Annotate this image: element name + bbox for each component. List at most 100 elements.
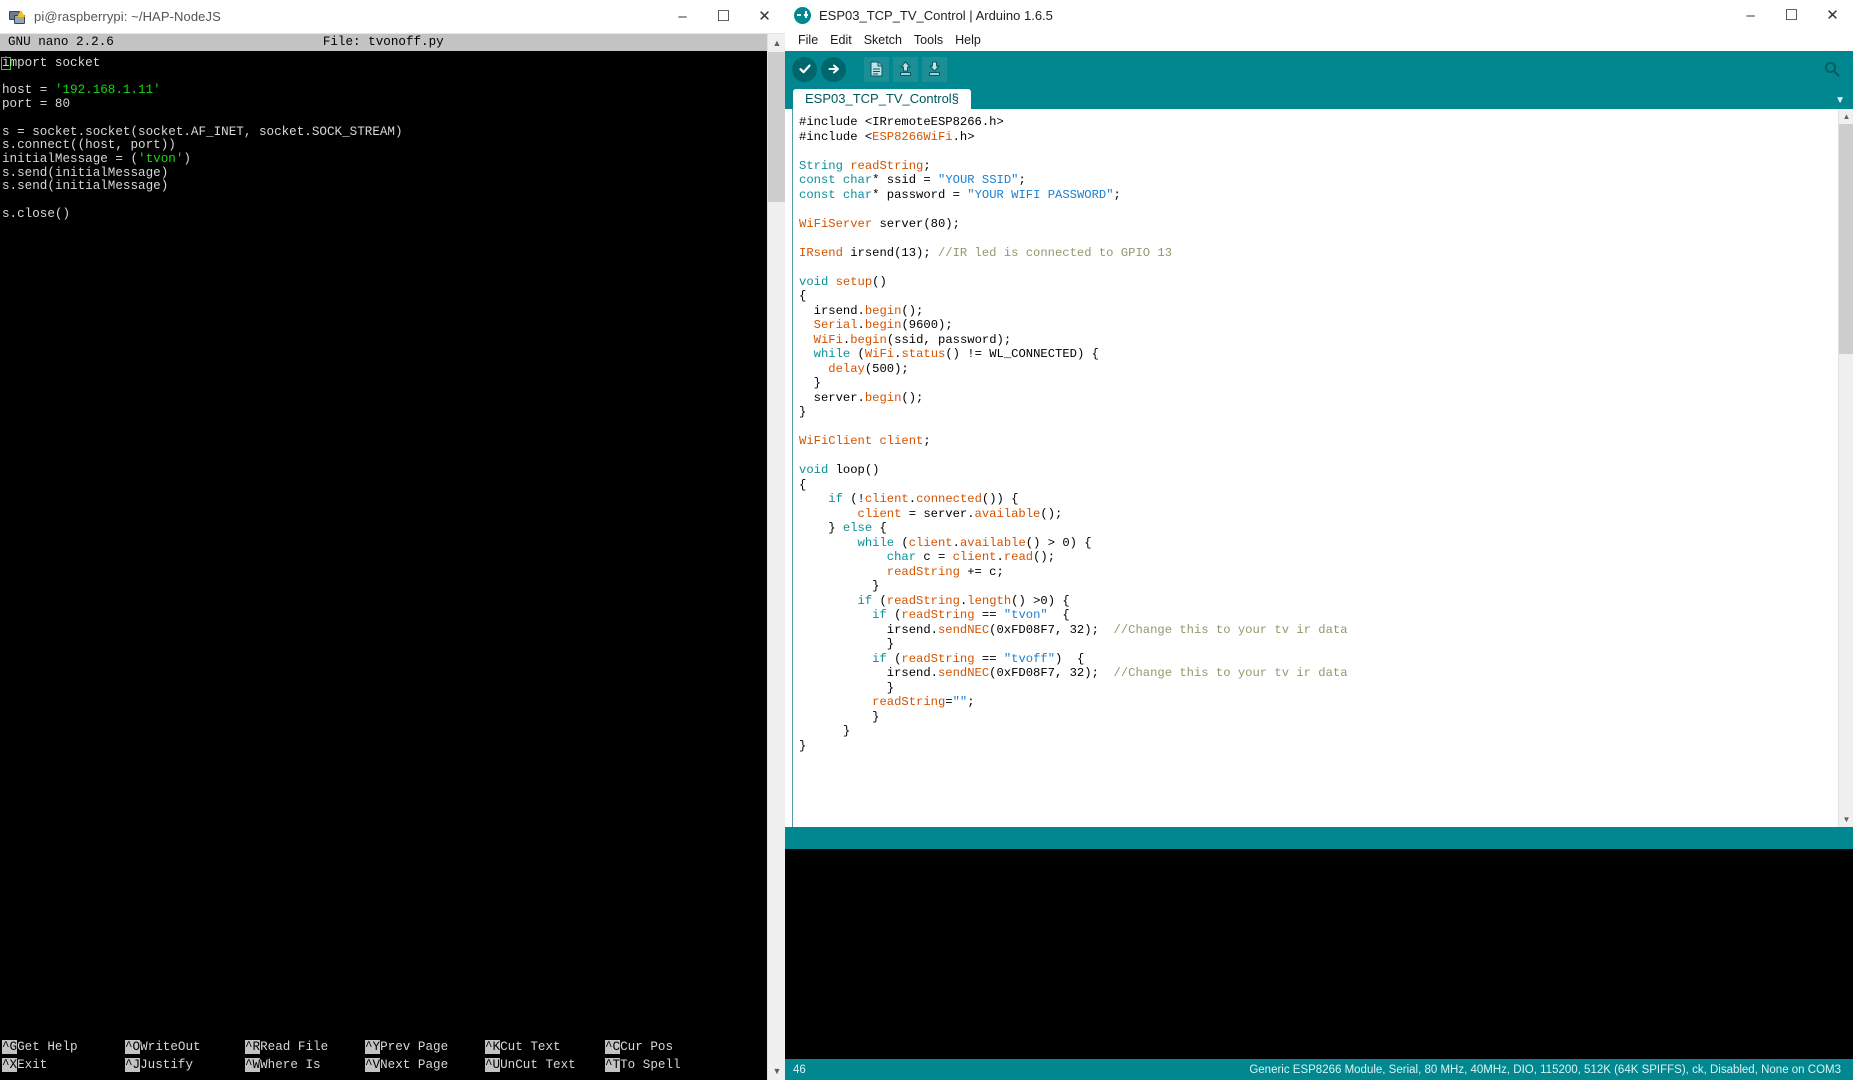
- code-token: .: [996, 550, 1004, 564]
- menu-help[interactable]: Help: [949, 31, 987, 49]
- scrollbar-thumb[interactable]: [768, 52, 786, 202]
- board-config-label: Generic ESP8266 Module, Serial, 80 MHz, …: [1249, 1063, 1841, 1076]
- shortcut-label[interactable]: Read File: [260, 1040, 328, 1054]
- serial-monitor-icon[interactable]: [1821, 58, 1843, 80]
- code-line: {: [799, 289, 1838, 304]
- code-token: irsend(13);: [842, 245, 938, 260]
- nano-filename-label: File: tvonoff.py: [322, 34, 444, 49]
- code-token: (: [886, 651, 902, 666]
- code-line: }: [799, 739, 1838, 754]
- shortcut-label[interactable]: Next Page: [380, 1058, 448, 1072]
- shortcut-label[interactable]: To Spell: [620, 1058, 680, 1072]
- code-line: WiFiServer server(80);: [799, 217, 1838, 232]
- scroll-up-arrow-icon[interactable]: ▲: [768, 34, 786, 52]
- menu-sketch[interactable]: Sketch: [858, 31, 908, 49]
- upload-arrow-icon[interactable]: [821, 56, 846, 82]
- code-line: }: [799, 637, 1838, 652]
- code-token: ();: [901, 390, 924, 405]
- code-token: loop(): [828, 463, 880, 477]
- code-line: if (readString == "tvoff") {: [799, 652, 1838, 667]
- open-sketch-icon[interactable]: [893, 56, 918, 82]
- shortcut-key: ^X: [2, 1058, 18, 1072]
- shortcut-row: ^RRead File: [245, 1038, 365, 1056]
- menu-tools[interactable]: Tools: [908, 31, 949, 49]
- code-token: "YOUR SSID": [938, 173, 1019, 187]
- code-token: () >0) {: [1011, 593, 1070, 608]
- code-token: #include <: [799, 129, 873, 144]
- shortcut-key: ^R: [245, 1040, 261, 1054]
- scroll-up-arrow-icon[interactable]: ▲: [1839, 109, 1853, 124]
- code-socket-line: s = socket.socket(socket.AF_INET, socket…: [2, 124, 403, 139]
- menu-file[interactable]: File: [792, 31, 824, 49]
- code-token: (500);: [864, 361, 909, 376]
- code-token: "tvon": [1003, 608, 1048, 622]
- code-token: while: [813, 347, 851, 361]
- code-token: }: [799, 405, 807, 419]
- chevron-down-icon[interactable]: ▼: [1835, 95, 1845, 106]
- code-line: }: [799, 710, 1838, 725]
- code-token: {: [872, 521, 887, 535]
- code-line: server.begin();: [799, 391, 1838, 406]
- putty-vertical-scrollbar[interactable]: ▲ ▼: [767, 34, 786, 1080]
- maximize-button[interactable]: ☐: [1771, 0, 1812, 30]
- code-token: ;: [1018, 173, 1026, 187]
- nano-terminal-body[interactable]: GNU nano 2.2.6 File: tvonoff.py import s…: [0, 34, 785, 1080]
- editor-vertical-scrollbar[interactable]: ▲ ▼: [1838, 109, 1853, 827]
- code-token: ()) {: [981, 492, 1019, 506]
- nano-editor-text[interactable]: import socket host = '192.168.1.11' port…: [0, 51, 785, 1038]
- code-msg-label: initialMessage = (: [2, 151, 139, 166]
- minimize-button[interactable]: –: [662, 0, 703, 33]
- code-token: {: [799, 477, 807, 492]
- shortcut-label[interactable]: WriteOut: [140, 1040, 200, 1054]
- cursor-line-number: 46: [793, 1063, 806, 1076]
- code-line: #include <ESP8266WiFi.h>: [799, 130, 1838, 145]
- code-token: else: [842, 521, 873, 535]
- code-token: IRsend: [799, 245, 843, 260]
- code-token: void: [799, 463, 829, 477]
- shortcut-label[interactable]: Where Is: [260, 1058, 320, 1072]
- arduino-titlebar[interactable]: ESP03_TCP_TV_Control | Arduino 1.6.5 – ☐…: [785, 0, 1853, 30]
- putty-window-title: pi@raspberrypi: ~/HAP-NodeJS: [34, 9, 221, 24]
- scroll-down-arrow-icon[interactable]: ▼: [768, 1062, 786, 1080]
- code-token: (0xFD08F7, 32);: [989, 666, 1114, 680]
- code-token: WiFiServer: [799, 216, 873, 231]
- shortcut-label[interactable]: Exit: [17, 1058, 47, 1072]
- shortcut-label[interactable]: UnCut Text: [500, 1058, 576, 1072]
- arduino-logo-icon: [794, 6, 811, 24]
- shortcut-label[interactable]: Justify: [140, 1058, 193, 1072]
- code-token: }: [799, 579, 880, 593]
- close-button[interactable]: ✕: [744, 0, 785, 33]
- shortcut-label[interactable]: Cut Text: [500, 1040, 560, 1054]
- shortcut-label[interactable]: Prev Page: [380, 1040, 448, 1054]
- arduino-code-editor[interactable]: #include <IRremoteESP8266.h> #include <ES…: [793, 109, 1838, 827]
- shortcut-label[interactable]: Cur Pos: [620, 1040, 673, 1054]
- arduino-console-output[interactable]: [785, 849, 1853, 1059]
- menu-edit[interactable]: Edit: [824, 31, 858, 49]
- code-token: WiFiClient: [799, 434, 873, 448]
- code-token: readString: [901, 651, 975, 666]
- shortcut-label[interactable]: Get Help: [17, 1040, 77, 1054]
- shortcut-row: ^CCur Pos: [605, 1038, 725, 1056]
- save-sketch-icon[interactable]: [922, 56, 947, 82]
- scroll-down-arrow-icon[interactable]: ▼: [1839, 812, 1853, 827]
- code-token: += c;: [959, 564, 1004, 579]
- tab-esp03-tcp-tv-control[interactable]: ESP03_TCP_TV_Control§: [793, 89, 971, 109]
- scrollbar-thumb[interactable]: [1839, 124, 1853, 354]
- minimize-button[interactable]: –: [1730, 0, 1771, 30]
- verify-check-icon[interactable]: [792, 56, 817, 82]
- new-sketch-icon[interactable]: [864, 56, 889, 82]
- code-token: irsend.: [799, 303, 865, 318]
- code-token: client: [879, 434, 924, 448]
- code-line: irsend.begin();: [799, 304, 1838, 319]
- shortcut-key: ^C: [605, 1040, 621, 1054]
- maximize-button[interactable]: ☐: [703, 0, 744, 33]
- putty-titlebar[interactable]: pi@raspberrypi: ~/HAP-NodeJS – ☐ ✕: [0, 0, 785, 34]
- code-token: }: [799, 376, 821, 390]
- close-button[interactable]: ✕: [1812, 0, 1853, 30]
- code-token: ESP8266WiFi: [872, 129, 953, 144]
- code-token: =: [945, 695, 953, 709]
- code-token: c =: [916, 550, 953, 564]
